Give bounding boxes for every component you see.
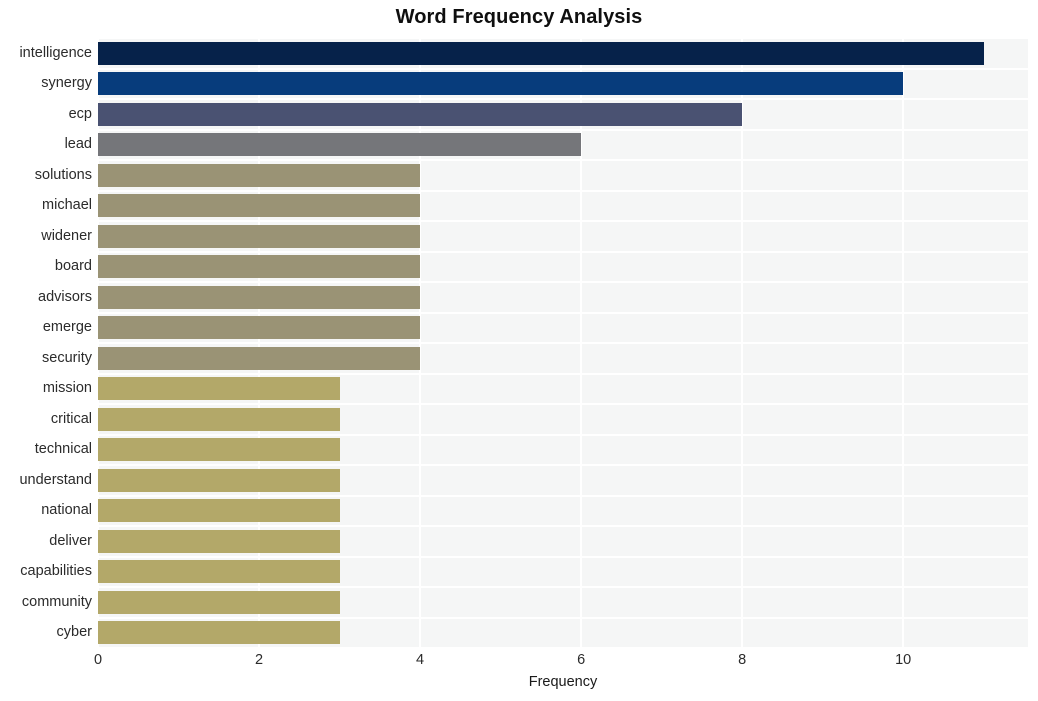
horizontal-gridline [98, 311, 1028, 314]
y-tick-label-synergy: synergy [41, 75, 92, 92]
horizontal-gridline [98, 372, 1028, 375]
x-tick-label-8: 8 [738, 652, 747, 668]
y-tick-label-ecp: ecp [68, 105, 92, 122]
y-tick-label-solutions: solutions [34, 166, 92, 183]
bar-cyber[interactable] [98, 621, 340, 645]
bar-row [98, 316, 1028, 340]
bar-row [98, 438, 1028, 462]
horizontal-gridline [98, 586, 1028, 588]
y-tick-label-understand: understand [19, 471, 92, 488]
bar-board[interactable] [98, 255, 421, 279]
bar-widener[interactable] [98, 224, 421, 248]
y-tick-label-advisors: advisors [38, 288, 92, 305]
bar-advisors[interactable] [98, 285, 421, 309]
x-tick-label-0: 0 [93, 652, 103, 668]
horizontal-gridline [98, 555, 1028, 558]
bar-row [98, 255, 1028, 279]
horizontal-gridline [98, 128, 1028, 131]
bar-emerge[interactable] [98, 316, 421, 340]
bar-michael[interactable] [98, 194, 421, 218]
x-axis-title: Frequency [528, 674, 598, 690]
bar-row [98, 499, 1028, 523]
y-tick-label-widener: widener [41, 227, 92, 244]
x-tick-label-4: 4 [416, 652, 425, 668]
bar-row [98, 468, 1028, 492]
bar-row [98, 529, 1028, 553]
y-tick-label-board: board [54, 258, 92, 275]
horizontal-gridline [98, 494, 1028, 497]
x-axis-tick-labels: 0 2 4 6 8 10 [0, 652, 1038, 676]
bar-row [98, 72, 1028, 96]
horizontal-gridline [98, 281, 1028, 283]
horizontal-gridline [98, 525, 1028, 527]
chart-title: Word Frequency Analysis [395, 6, 643, 28]
bar-row [98, 346, 1028, 370]
y-tick-label-security: security [42, 349, 92, 366]
horizontal-gridline [98, 433, 1028, 436]
y-tick-label-mission: mission [42, 380, 92, 397]
word-frequency-chart-figure: Word Frequency Analysis intelligence syne… [0, 0, 1038, 701]
bar-row [98, 621, 1028, 645]
y-tick-label-community: community [21, 593, 92, 610]
y-tick-label-technical: technical [34, 441, 92, 458]
bar-technical[interactable] [98, 438, 340, 462]
bar-security[interactable] [98, 346, 421, 370]
horizontal-gridline [98, 37, 1028, 39]
bar-row [98, 407, 1028, 431]
y-tick-label-michael: michael [42, 197, 92, 214]
bar-row [98, 560, 1028, 584]
horizontal-gridline [98, 342, 1028, 344]
bar-understand[interactable] [98, 468, 340, 492]
x-tick-label-2: 2 [254, 652, 264, 668]
bar-critical[interactable] [98, 407, 340, 431]
y-tick-label-critical: critical [50, 410, 92, 427]
plot-area [97, 37, 1028, 649]
bar-national[interactable] [98, 499, 340, 523]
bar-deliver[interactable] [98, 529, 340, 553]
y-tick-label-national: national [41, 502, 92, 519]
bar-row [98, 102, 1028, 126]
y-tick-label-lead: lead [64, 136, 92, 153]
y-tick-label-cyber: cyber [56, 624, 92, 641]
bar-solutions[interactable] [98, 163, 421, 187]
bar-row [98, 163, 1028, 187]
horizontal-gridline [98, 250, 1028, 253]
y-tick-label-emerge: emerge [42, 319, 92, 336]
bar-synergy[interactable] [98, 72, 904, 96]
y-tick-label-capabilities: capabilities [20, 563, 92, 580]
horizontal-gridline [98, 98, 1028, 100]
horizontal-gridline [98, 403, 1028, 405]
x-tick-label-10: 10 [895, 652, 912, 668]
bar-intelligence[interactable] [98, 41, 984, 65]
x-tick-label-6: 6 [577, 652, 586, 668]
bar-row [98, 377, 1028, 401]
bar-capabilities[interactable] [98, 560, 340, 584]
y-tick-label-deliver: deliver [49, 532, 92, 549]
bar-row [98, 590, 1028, 614]
bar-row [98, 224, 1028, 248]
bar-row [98, 41, 1028, 65]
horizontal-gridline [98, 647, 1028, 649]
horizontal-gridline [98, 67, 1028, 70]
horizontal-gridline [98, 159, 1028, 161]
bar-ecp[interactable] [98, 102, 743, 126]
horizontal-gridline [98, 616, 1028, 619]
bar-row [98, 133, 1028, 157]
bar-community[interactable] [98, 590, 340, 614]
bar-mission[interactable] [98, 377, 340, 401]
y-tick-label-intelligence: intelligence [19, 44, 92, 61]
y-axis-tick-labels: intelligence synergy ecp lead solutions micha… [0, 38, 92, 648]
horizontal-gridline [98, 189, 1028, 192]
bar-row [98, 285, 1028, 309]
horizontal-gridline [98, 220, 1028, 222]
horizontal-gridline [98, 464, 1028, 466]
bar-row [98, 194, 1028, 218]
bar-lead[interactable] [98, 133, 582, 157]
